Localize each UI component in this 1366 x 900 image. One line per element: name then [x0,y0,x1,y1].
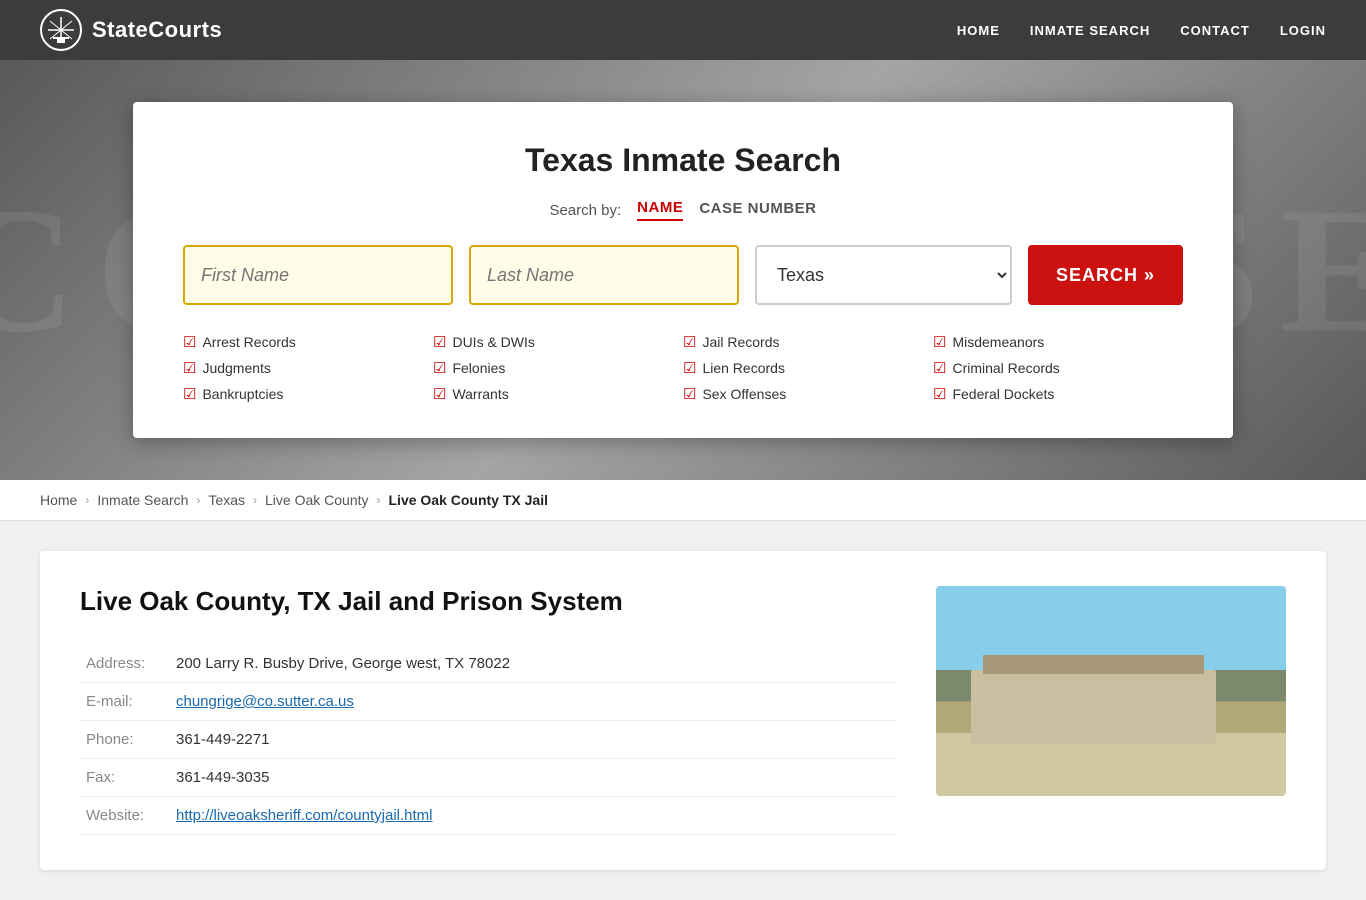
info-row-email: E-mail: chungrige@co.sutter.ca.us [80,683,896,721]
check-item-sex-offenses: ☑ Sex Offenses [683,385,933,403]
search-card-title: Texas Inmate Search [183,142,1183,179]
check-item-jail: ☑ Jail Records [683,333,933,351]
check-label-criminal: Criminal Records [952,360,1059,376]
site-header: StateCourts HOME INMATE SEARCH CONTACT L… [0,0,1366,60]
search-by-row: Search by: NAME CASE NUMBER [183,199,1183,221]
email-value: chungrige@co.sutter.ca.us [170,683,896,721]
site-name: StateCourts [92,17,222,43]
tab-name[interactable]: NAME [637,199,683,221]
info-row-address: Address: 200 Larry R. Busby Drive, Georg… [80,645,896,683]
check-item-duis: ☑ DUIs & DWIs [433,333,683,351]
check-item-felonies: ☑ Felonies [433,359,683,377]
info-row-fax: Fax: 361-449-3035 [80,759,896,797]
check-icon-3: ☑ [183,385,196,403]
email-label: E-mail: [80,683,170,721]
nav-home[interactable]: HOME [957,23,1000,38]
check-icon-11: ☑ [933,359,946,377]
check-item-judgments: ☑ Judgments [183,359,433,377]
check-col-1: ☑ Arrest Records ☑ Judgments ☑ Bankruptc… [183,333,433,403]
check-item-arrest: ☑ Arrest Records [183,333,433,351]
email-link[interactable]: chungrige@co.sutter.ca.us [176,693,354,710]
check-item-warrants: ☑ Warrants [433,385,683,403]
first-name-input[interactable] [183,245,453,305]
check-col-3: ☑ Jail Records ☑ Lien Records ☑ Sex Offe… [683,333,933,403]
check-item-federal: ☑ Federal Dockets [933,385,1183,403]
check-icon-9: ☑ [683,385,696,403]
breadcrumb: Home › Inmate Search › Texas › Live Oak … [0,480,1366,521]
nav-login[interactable]: LOGIN [1280,23,1326,38]
search-card: Texas Inmate Search Search by: NAME CASE… [133,102,1233,438]
check-label-felonies: Felonies [452,360,505,376]
check-icon-6: ☑ [433,385,446,403]
content-card: Live Oak County, TX Jail and Prison Syst… [40,551,1326,870]
breadcrumb-sep-2: › [196,493,200,507]
check-item-lien: ☑ Lien Records [683,359,933,377]
check-label-bankruptcies: Bankruptcies [202,386,283,402]
check-label-sex-offenses: Sex Offenses [702,386,786,402]
phone-value: 361-449-2271 [170,721,896,759]
breadcrumb-texas[interactable]: Texas [208,492,245,508]
hero-section: COURTHOUSE Texas Inmate Search Search by… [0,60,1366,480]
content-area: Live Oak County, TX Jail and Prison Syst… [0,521,1366,900]
breadcrumb-inmate-search[interactable]: Inmate Search [97,492,188,508]
check-item-misdemeanors: ☑ Misdemeanors [933,333,1183,351]
breadcrumb-sep-4: › [377,493,381,507]
logo-area: StateCourts [40,9,222,51]
info-table: Address: 200 Larry R. Busby Drive, Georg… [80,645,896,835]
check-label-duis: DUIs & DWIs [452,334,534,350]
nav-contact[interactable]: CONTACT [1180,23,1250,38]
check-col-2: ☑ DUIs & DWIs ☑ Felonies ☑ Warrants [433,333,683,403]
breadcrumb-sep-1: › [85,493,89,507]
content-title: Live Oak County, TX Jail and Prison Syst… [80,586,896,617]
phone-label: Phone: [80,721,170,759]
nav-inmate-search[interactable]: INMATE SEARCH [1030,23,1150,38]
check-icon-8: ☑ [683,359,696,377]
website-label: Website: [80,797,170,835]
website-value: http://liveoaksheriff.com/countyjail.htm… [170,797,896,835]
search-by-label: Search by: [549,202,621,219]
search-inputs-row: Texas SEARCH » [183,245,1183,305]
check-label-judgments: Judgments [202,360,270,376]
breadcrumb-sep-3: › [253,493,257,507]
check-label-arrest: Arrest Records [202,334,295,350]
fax-value: 361-449-3035 [170,759,896,797]
check-label-lien: Lien Records [702,360,785,376]
check-icon-2: ☑ [183,359,196,377]
breadcrumb-current: Live Oak County TX Jail [389,492,549,508]
address-value: 200 Larry R. Busby Drive, George west, T… [170,645,896,683]
breadcrumb-home[interactable]: Home [40,492,77,508]
check-icon-1: ☑ [183,333,196,351]
check-icon-12: ☑ [933,385,946,403]
main-nav: HOME INMATE SEARCH CONTACT LOGIN [957,23,1326,38]
check-icon-4: ☑ [433,333,446,351]
check-label-warrants: Warrants [452,386,508,402]
breadcrumb-live-oak-county[interactable]: Live Oak County [265,492,369,508]
checklist: ☑ Arrest Records ☑ Judgments ☑ Bankruptc… [183,333,1183,403]
info-row-phone: Phone: 361-449-2271 [80,721,896,759]
info-row-website: Website: http://liveoaksheriff.com/count… [80,797,896,835]
tab-case-number[interactable]: CASE NUMBER [699,200,816,220]
search-button[interactable]: SEARCH » [1028,245,1183,305]
check-label-federal: Federal Dockets [952,386,1054,402]
website-link[interactable]: http://liveoaksheriff.com/countyjail.htm… [176,807,433,824]
check-item-bankruptcies: ☑ Bankruptcies [183,385,433,403]
check-icon-7: ☑ [683,333,696,351]
logo-icon [40,9,82,51]
check-col-4: ☑ Misdemeanors ☑ Criminal Records ☑ Fede… [933,333,1183,403]
check-icon-10: ☑ [933,333,946,351]
content-left: Live Oak County, TX Jail and Prison Syst… [80,586,896,835]
check-item-criminal: ☑ Criminal Records [933,359,1183,377]
check-icon-5: ☑ [433,359,446,377]
check-label-misdemeanors: Misdemeanors [952,334,1044,350]
check-label-jail: Jail Records [702,334,779,350]
last-name-input[interactable] [469,245,739,305]
jail-building-shape [971,670,1216,744]
fax-label: Fax: [80,759,170,797]
jail-image [936,586,1286,796]
state-select[interactable]: Texas [755,245,1012,305]
address-label: Address: [80,645,170,683]
